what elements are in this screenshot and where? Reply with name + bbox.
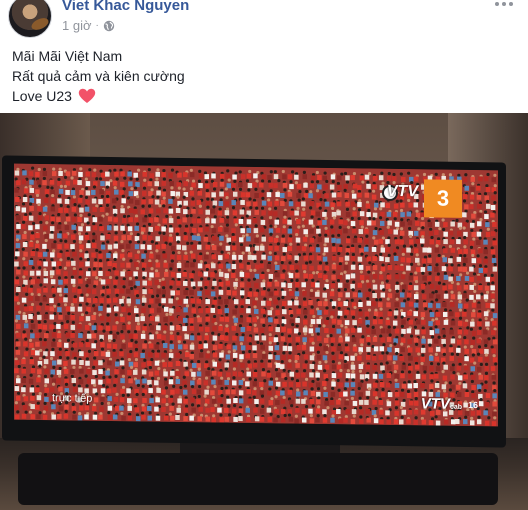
- post-text-love: Love U23: [12, 88, 72, 104]
- post-text-line: Love U23: [12, 86, 185, 106]
- post-text: Mãi Mãi Việt Nam Rất quả cảm và kiên cườ…: [12, 46, 185, 106]
- post-text-line: Rất quả cảm và kiên cường: [12, 68, 185, 84]
- heart-icon: [78, 88, 96, 103]
- post-header: Viet Khac Nguyen 1 giờ ·: [0, 0, 528, 40]
- meta-separator: ·: [95, 20, 99, 31]
- tv-screen: VTV 3 trực tiếp VTVcab 16: [14, 163, 498, 427]
- television: VTV 3 trực tiếp VTVcab 16: [2, 155, 506, 448]
- age-rating: 16: [467, 399, 478, 411]
- vtvcab-main: VTV: [420, 395, 450, 413]
- post-time[interactable]: 1 giờ: [62, 18, 92, 33]
- vtvcab-suffix: cab: [449, 403, 462, 411]
- globe-icon[interactable]: [103, 20, 115, 32]
- more-options-icon[interactable]: [492, 0, 516, 12]
- channel-logo: 3: [424, 179, 462, 218]
- avatar[interactable]: [8, 0, 52, 38]
- channel-number: 3: [436, 185, 450, 211]
- vtv-logo: VTV: [386, 182, 418, 201]
- avatar-guitar: [29, 15, 51, 33]
- post-meta: 1 giờ ·: [62, 18, 115, 33]
- vtvcab-logo: VTVcab: [421, 395, 462, 413]
- post-text-line: Mãi Mãi Việt Nam: [12, 48, 123, 64]
- soundbar: [18, 453, 498, 505]
- author-name[interactable]: Viet Khac Nguyen: [62, 0, 189, 14]
- live-label: trực tiếp: [52, 392, 93, 405]
- post-photo[interactable]: VTV 3 trực tiếp VTVcab 16: [0, 113, 528, 510]
